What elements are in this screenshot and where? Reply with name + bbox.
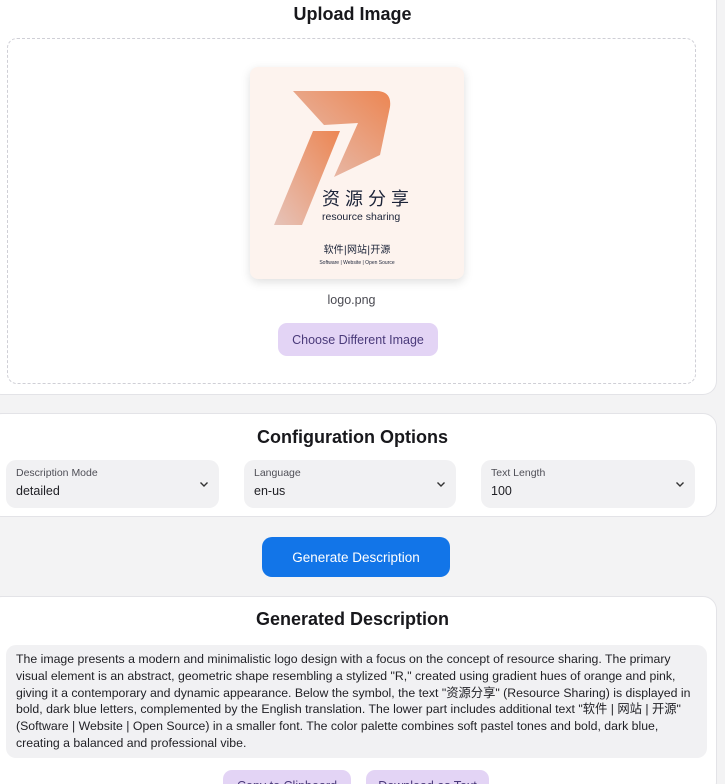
text-length-label: Text Length xyxy=(491,467,546,479)
upload-title: Upload Image xyxy=(293,4,412,24)
description-mode-value: detailed xyxy=(16,484,60,498)
download-as-text-button[interactable]: Download as Text xyxy=(366,770,489,784)
logo-chinese-subtext: 软件|网站|开源 xyxy=(323,245,391,256)
language-select[interactable]: Language en-us xyxy=(244,460,456,508)
logo-english-text: resource sharing xyxy=(322,211,401,223)
page: Upload Image 资源分享 resource sharing 软件|网站… xyxy=(0,0,725,784)
image-preview: 资源分享 resource sharing 软件|网站|开源 Software … xyxy=(250,67,464,279)
language-label: Language xyxy=(254,467,301,479)
logo-english-subtext: Software | Website | Open Source xyxy=(319,260,395,266)
configuration-title: Configuration Options xyxy=(257,427,448,447)
text-length-select[interactable]: Text Length 100 xyxy=(481,460,695,508)
choose-different-image-button[interactable]: Choose Different Image xyxy=(278,323,438,356)
logo-chinese-text: 资源分享 xyxy=(322,189,414,210)
chevron-down-icon xyxy=(676,482,684,487)
generated-description-text: The image presents a modern and minimali… xyxy=(6,645,707,758)
language-value: en-us xyxy=(254,484,286,498)
text-length-value: 100 xyxy=(491,484,512,498)
upload-card: Upload Image 资源分享 resource sharing 软件|网站… xyxy=(0,0,717,395)
description-mode-label: Description Mode xyxy=(16,467,98,479)
chevron-down-icon xyxy=(437,482,445,487)
file-name: logo.png xyxy=(327,293,376,307)
result-card: Generated Description The image presents… xyxy=(0,596,717,784)
configuration-card: Configuration Options Description Mode d… xyxy=(0,413,717,517)
image-dropzone[interactable]: 资源分享 resource sharing 软件|网站|开源 Software … xyxy=(7,38,696,384)
chevron-down-icon xyxy=(200,482,208,487)
result-title: Generated Description xyxy=(255,609,450,629)
description-mode-select[interactable]: Description Mode detailed xyxy=(6,460,219,508)
copy-to-clipboard-button[interactable]: Copy to Clipboard xyxy=(223,770,351,784)
generate-description-button[interactable]: Generate Description xyxy=(262,537,450,577)
